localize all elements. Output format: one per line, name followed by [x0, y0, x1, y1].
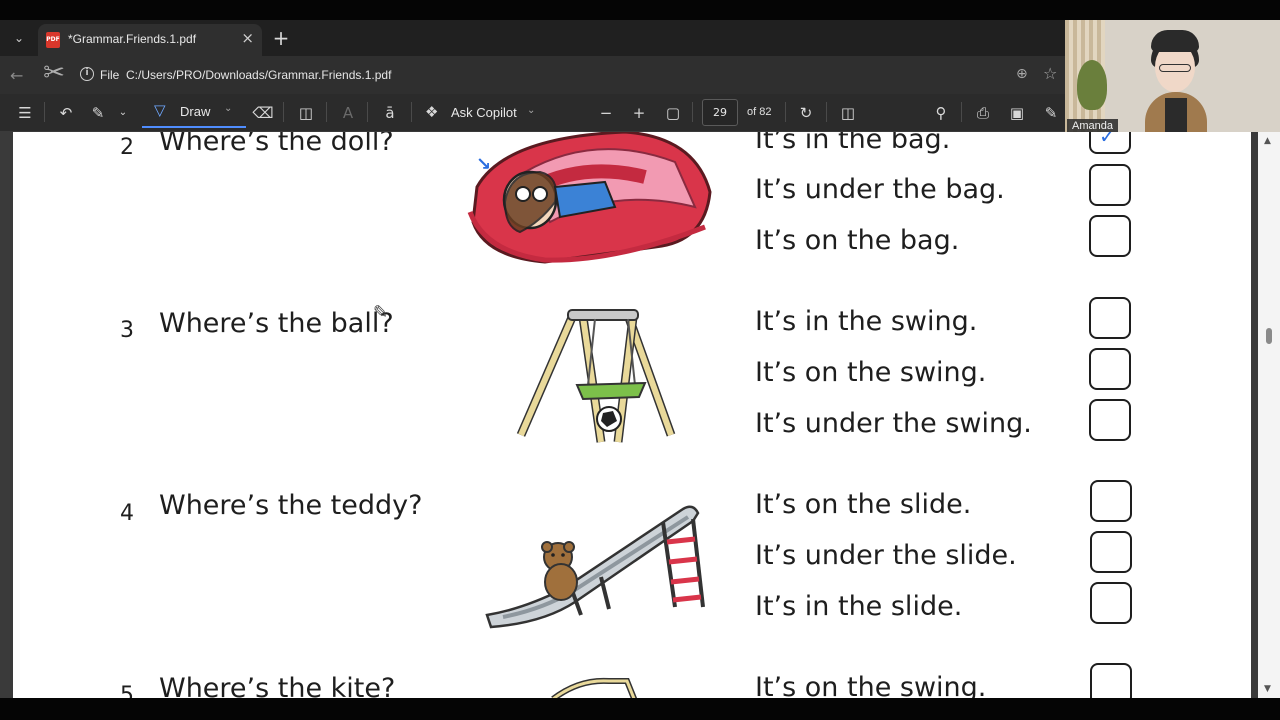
presenter-glasses [1159, 64, 1191, 72]
doll-in-bag-illustration [467, 132, 712, 264]
answer-checkbox[interactable] [1089, 215, 1131, 257]
answer-checkbox[interactable] [1090, 663, 1132, 698]
answer-option: It’s in the slide. [755, 591, 963, 622]
print-icon[interactable]: ⎙ [972, 102, 994, 124]
answer-option: It’s on the slide. [755, 489, 972, 520]
pdf-viewer-window: ⌄ PDF *Grammar.Friends.1.pdf × + ← ✂ i F… [0, 0, 1280, 720]
toolbar-divider [44, 102, 45, 122]
toolbar-divider [326, 102, 327, 122]
answer-option: It’s under the slide. [755, 540, 1017, 571]
info-icon[interactable]: i [80, 67, 94, 81]
presenter-hair-top [1151, 30, 1199, 52]
zoom-in-icon[interactable]: + [628, 102, 650, 124]
draw-active-indicator [142, 126, 246, 128]
question-number: 3 [120, 318, 134, 343]
eraser-icon[interactable]: ⌫ [252, 102, 274, 124]
toolbar-divider [961, 102, 962, 122]
answer-checkbox[interactable] [1090, 531, 1132, 573]
answer-option: It’s under the swing. [755, 408, 1032, 439]
answer-checkbox[interactable] [1090, 582, 1132, 624]
contents-list-icon[interactable]: ☰ [14, 102, 36, 124]
toolbar-divider [283, 102, 284, 122]
page-total-label: of 82 [747, 106, 772, 118]
answer-option: It’s in the swing. [755, 306, 978, 337]
answer-checkbox[interactable] [1089, 164, 1131, 206]
highlight-icon[interactable]: ✎ [87, 102, 109, 124]
scroll-down-icon[interactable]: ▼ [1264, 684, 1271, 694]
tab-actions-chevron-icon[interactable]: ⌄ [8, 27, 30, 49]
swing-illustration [516, 309, 676, 443]
scrollbar-thumb[interactable] [1266, 328, 1272, 344]
question-text: Where’s the ball? [159, 308, 394, 339]
answer-option: It’s in the bag. [755, 132, 951, 155]
toolbar-divider [411, 102, 412, 122]
presenter-shirt [1165, 98, 1187, 136]
question-text: Where’s the teddy? [159, 490, 423, 521]
zoom-icon[interactable]: ⊕ [1016, 66, 1028, 82]
answer-option: It’s on the swing. [755, 357, 987, 388]
read-aloud-icon[interactable]: A [337, 102, 359, 124]
search-icon[interactable]: ⚲ [930, 102, 952, 124]
answer-option: It’s on the bag. [755, 225, 960, 256]
scroll-up-icon[interactable]: ▲ [1264, 136, 1271, 146]
page-number-input[interactable]: 29 [702, 99, 738, 126]
address-scheme-label: File [100, 68, 120, 82]
toolbar-divider [826, 102, 827, 122]
undo-icon[interactable]: ↶ [55, 102, 77, 124]
question-number: 2 [120, 135, 134, 160]
toolbar-divider [367, 102, 368, 122]
draw-chevron-icon[interactable]: ⌄ [224, 103, 232, 114]
presenter-name-label: Amanda [1067, 119, 1118, 133]
save-icon[interactable]: ▣ [1006, 102, 1028, 124]
draw-button[interactable]: ▽ Draw ⌄ [142, 98, 246, 128]
back-arrow-icon[interactable]: ← [10, 66, 23, 85]
translate-icon[interactable]: ā [378, 102, 402, 124]
answer-checkbox[interactable] [1089, 399, 1131, 441]
text-box-icon[interactable]: ◫ [295, 102, 317, 124]
kite-swing-illustration [551, 677, 638, 698]
question-number: 4 [120, 501, 134, 526]
pen-cursor-icon: ✎ [373, 302, 389, 323]
favorite-star-icon[interactable]: ☆ [1043, 64, 1057, 83]
answer-checkbox[interactable] [1089, 297, 1131, 339]
annotation-arrow-icon: ↘ [476, 154, 492, 175]
save-as-icon[interactable]: ✎ [1040, 102, 1062, 124]
copilot-chevron-icon[interactable]: ⌄ [527, 105, 535, 116]
pdf-file-icon: PDF [46, 32, 60, 48]
question-text: Where’s the kite? [159, 673, 396, 698]
plant-image [1077, 60, 1107, 110]
fit-page-icon[interactable]: ▢ [662, 102, 684, 124]
slide-illustration [485, 505, 705, 629]
answer-checkbox[interactable] [1089, 348, 1131, 390]
draw-label: Draw [180, 104, 211, 119]
toolbar-divider [692, 102, 693, 122]
zoom-out-icon[interactable]: − [595, 102, 617, 124]
answer-option: It’s under the bag. [755, 174, 1005, 205]
question-number: 5 [120, 683, 134, 698]
tab-title: *Grammar.Friends.1.pdf [68, 32, 197, 46]
pdf-page: 2 Where’s the doll? ↘ It’s in the bag. I… [13, 132, 1251, 698]
title-bar [0, 0, 1280, 20]
capcut-watermark-icon: ✂ [43, 58, 65, 88]
answer-option: It’s on the swing. [755, 672, 987, 698]
close-tab-icon[interactable]: × [241, 29, 254, 47]
rotate-icon[interactable]: ↻ [795, 102, 817, 124]
url-field[interactable]: C:/Users/PRO/Downloads/Grammar.Friends.1… [126, 68, 391, 82]
draw-pen-icon: ▽ [154, 101, 166, 119]
tab-grammar-friends[interactable]: PDF *Grammar.Friends.1.pdf × [38, 24, 262, 56]
vertical-scrollbar[interactable] [1258, 132, 1280, 698]
copilot-icon: ❖ [425, 103, 439, 121]
page-view-icon[interactable]: ◫ [837, 102, 859, 124]
bottom-bar [0, 698, 1280, 720]
answer-checkbox-checked[interactable]: ✓ [1089, 132, 1131, 154]
copilot-label: Ask Copilot [451, 105, 517, 120]
new-tab-icon[interactable]: + [270, 26, 292, 50]
answer-checkbox[interactable] [1090, 480, 1132, 522]
highlight-chevron-icon[interactable]: ⌄ [116, 102, 130, 124]
webcam-overlay: Amanda [1065, 20, 1280, 136]
question-text: Where’s the doll? [159, 132, 394, 157]
toolbar-divider [785, 102, 786, 122]
check-icon: ✓ [1099, 132, 1116, 148]
